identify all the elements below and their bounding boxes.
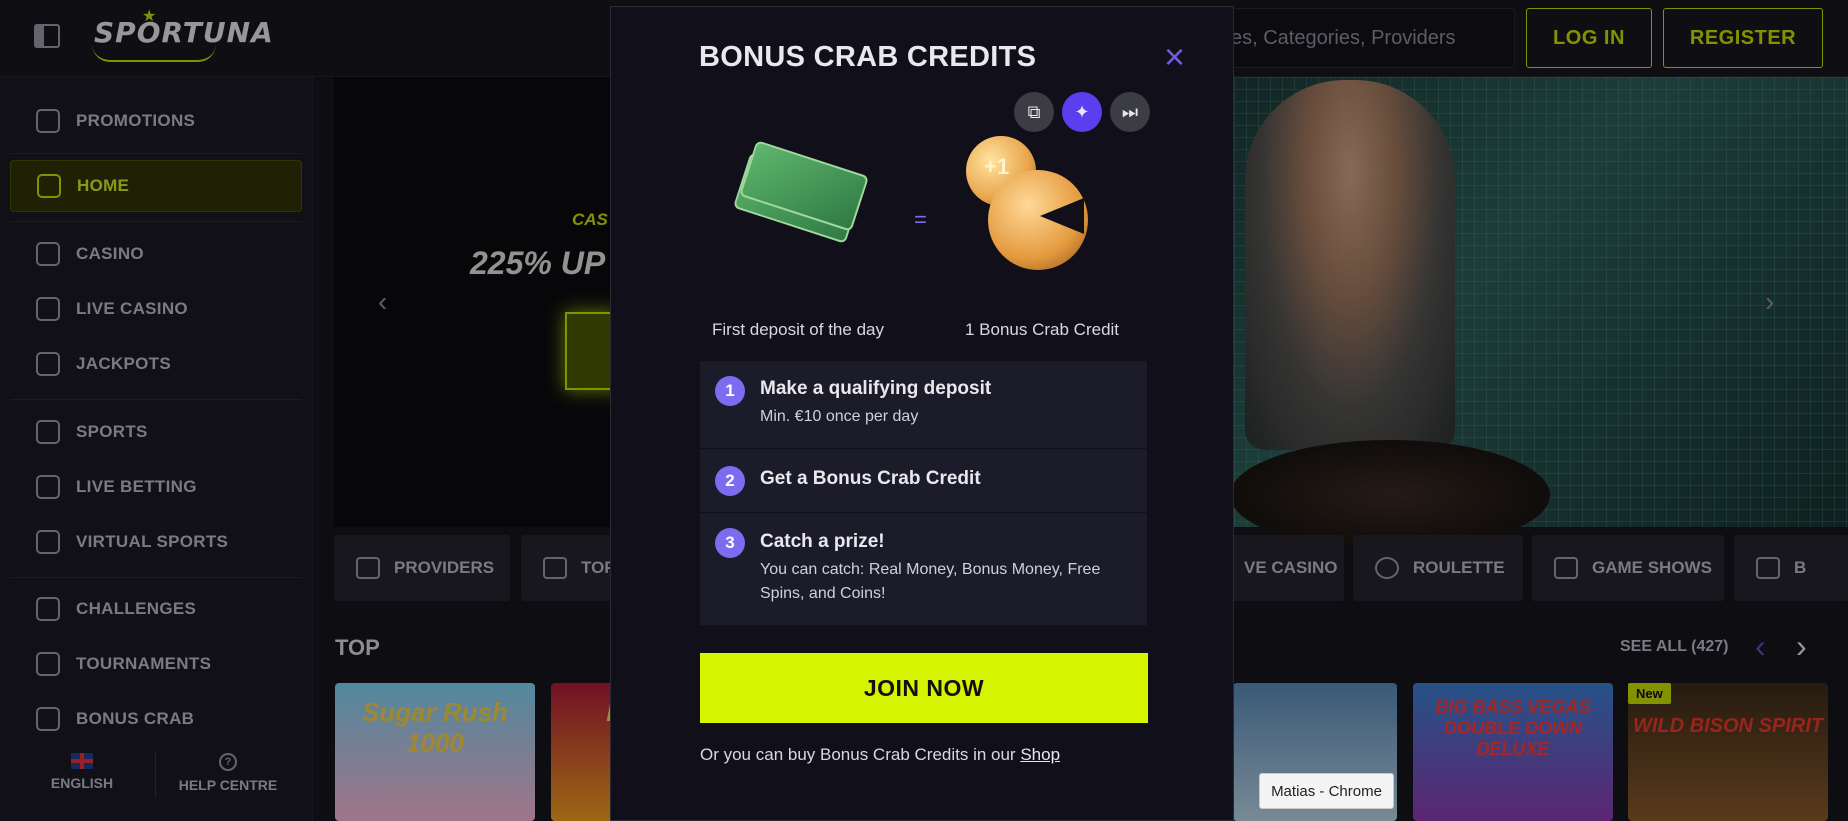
step-title: Make a qualifying deposit [760,378,992,399]
step-number-badge: 2 [715,466,745,496]
bonus-coin-image: +1 [966,132,1096,272]
steps-list: 1 Make a qualifying deposit Min. €10 onc… [700,361,1147,626]
coin-plus-label: +1 [984,154,1010,179]
step-title: Get a Bonus Crab Credit [760,468,981,489]
step-title: Catch a prize! [760,531,885,552]
bonus-crab-modal: BONUS CRAB CREDITS × ⧉ ✦ ⏭ = +1 First de… [610,6,1234,821]
step-description: You can catch: Real Money, Bonus Money, … [760,561,1101,602]
bonus-credit-caption: 1 Bonus Crab Credit [965,320,1120,339]
shop-link[interactable]: Shop [1020,745,1060,764]
chrome-tooltip: Matias - Chrome [1259,773,1394,809]
cash-stack-image [731,140,871,247]
step-description: Min. €10 once per day [760,408,919,425]
skip-forward-icon[interactable]: ⏭ [1110,92,1150,132]
step-number-badge: 3 [715,528,745,558]
step-number-badge: 1 [715,376,745,406]
close-icon[interactable]: × [1164,39,1185,75]
step-item: 3 Catch a prize! You can catch: Real Mon… [700,513,1147,626]
modal-title: BONUS CRAB CREDITS [699,41,1037,73]
first-deposit-caption: First deposit of the day [712,320,884,339]
shop-note: Or you can buy Bonus Crab Credits in our… [700,745,1061,764]
step-item: 1 Make a qualifying deposit Min. €10 onc… [700,361,1147,449]
equals-sign: = [914,207,927,232]
sparkle-icon[interactable]: ✦ [1062,92,1102,132]
picture-in-picture-icon[interactable]: ⧉ [1014,92,1054,132]
step-item: 2 Get a Bonus Crab Credit [700,449,1147,513]
join-now-button[interactable]: JOIN NOW [700,653,1148,723]
